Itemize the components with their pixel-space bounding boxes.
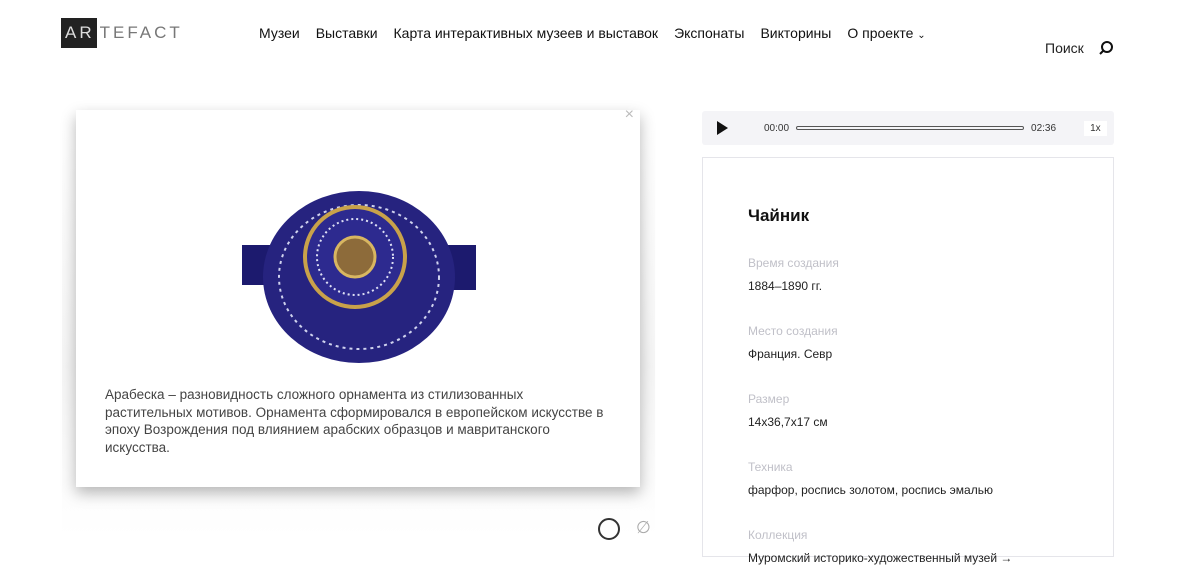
logo-boxed: AR — [61, 18, 97, 48]
logo-rest: TEFACT — [99, 23, 183, 42]
progress-bar[interactable] — [796, 126, 1025, 130]
play-icon[interactable] — [717, 121, 728, 135]
nav-museums[interactable]: Музеи — [259, 25, 300, 41]
nav-about[interactable]: О проекте ⌄ — [847, 25, 925, 41]
duration: 02:36 — [1031, 122, 1057, 134]
field-value: 14х36,7х17 см — [748, 415, 828, 429]
collection-link[interactable]: Муромский историко-художественный музей … — [748, 551, 1068, 565]
disable-icon[interactable]: ∅ — [636, 518, 651, 538]
field-value: фарфор, роспись золотом, роспись эмалью — [748, 483, 993, 497]
field-value: Франция. Севр — [748, 347, 833, 361]
field-label: Место создания — [748, 324, 838, 338]
nav-exhibitions[interactable]: Выставки — [316, 25, 378, 41]
nav-quizzes[interactable]: Викторины — [760, 25, 831, 41]
search-label: Поиск — [1045, 40, 1084, 56]
search-button[interactable]: Поиск — [1045, 40, 1114, 56]
nav-map[interactable]: Карта интерактивных музеев и выставок — [394, 25, 659, 41]
image-popup: × Арабеска – разновидность сложного орна… — [76, 106, 640, 487]
current-time: 00:00 — [764, 122, 790, 134]
search-icon — [1099, 41, 1113, 55]
speed-button[interactable]: 1x — [1084, 120, 1107, 136]
teapot-image — [242, 191, 476, 363]
nav-about-label: О проекте — [847, 25, 914, 41]
close-icon[interactable]: × — [625, 106, 634, 124]
exhibit-info: Чайник Время создания 1884–1890 гг. Мест… — [702, 157, 1114, 565]
field-label: Время создания — [748, 256, 839, 270]
chevron-down-icon: ⌄ — [917, 30, 926, 41]
image-caption: Арабеска – разновидность сложного орнаме… — [105, 387, 604, 455]
field-label: Коллекция — [748, 528, 808, 542]
exhibit-title: Чайник — [748, 206, 810, 225]
nav-exhibits[interactable]: Экспонаты — [674, 25, 744, 41]
audio-player: 00:00 02:36 1x — [702, 111, 1114, 145]
logo[interactable]: AR TEFACT — [61, 18, 183, 48]
main-nav: Музеи Выставки Карта интерактивных музее… — [259, 25, 926, 41]
field-label: Техника — [748, 460, 793, 474]
field-label: Размер — [748, 392, 790, 406]
field-value: 1884–1890 гг. — [748, 279, 823, 293]
